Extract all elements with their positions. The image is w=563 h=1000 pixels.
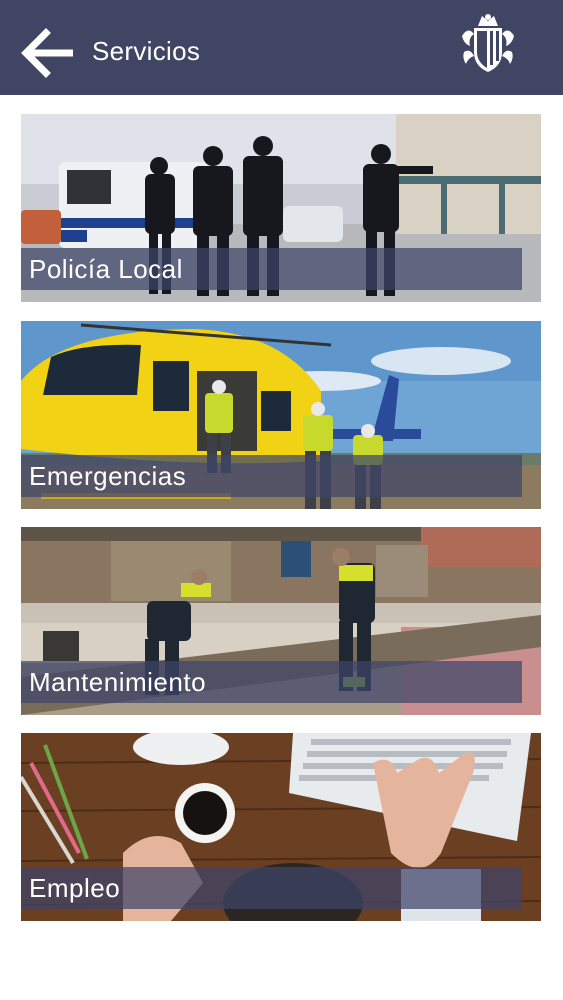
page-title: Servicios: [92, 36, 201, 66]
service-label-band: Policía Local: [21, 248, 522, 290]
service-card-empleo[interactable]: Empleo: [21, 733, 541, 921]
service-label-band: Mantenimiento: [21, 661, 522, 703]
service-card-policia-local[interactable]: Policía Local: [21, 114, 541, 302]
service-label: Emergencias: [29, 461, 187, 491]
arrow-left-icon[interactable]: [18, 27, 76, 79]
service-card-mantenimiento[interactable]: Mantenimiento: [21, 527, 541, 715]
app-header: Servicios: [0, 0, 563, 95]
service-label: Policía Local: [29, 254, 183, 284]
coat-of-arms-icon: [462, 14, 514, 72]
service-label-band: Emergencias: [21, 455, 522, 497]
service-label-band: Empleo: [21, 867, 522, 909]
service-label: Empleo: [29, 873, 121, 903]
service-label: Mantenimiento: [29, 667, 207, 697]
service-card-emergencias[interactable]: Emergencias: [21, 321, 541, 509]
